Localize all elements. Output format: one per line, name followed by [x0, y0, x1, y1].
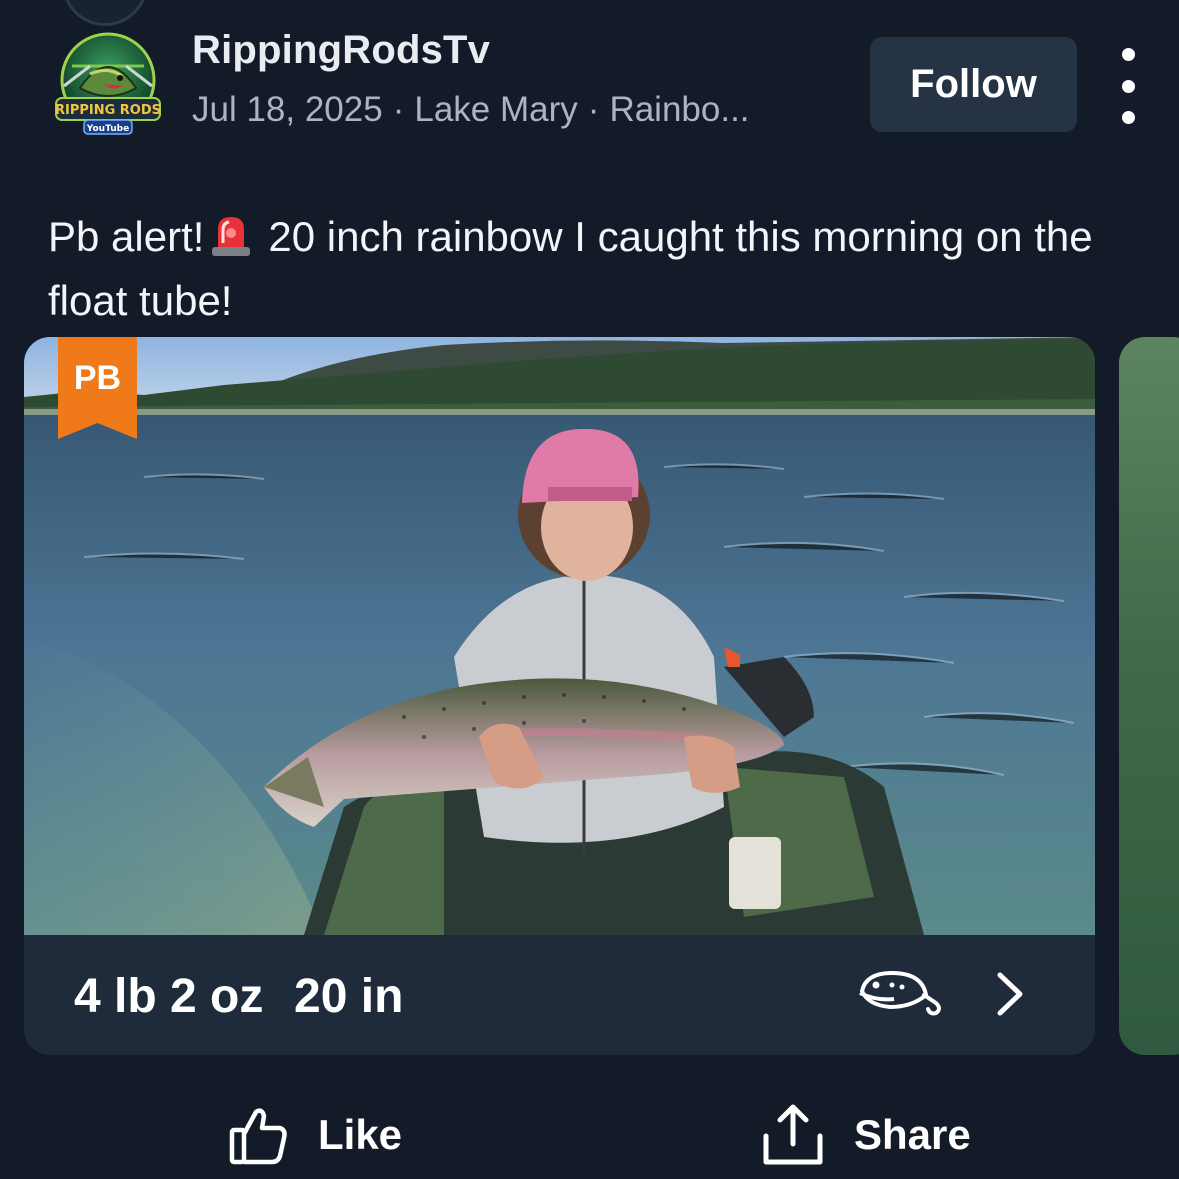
post-location[interactable]: Lake Mary	[414, 90, 577, 129]
police-light-icon	[210, 213, 252, 272]
like-label: Like	[318, 1111, 403, 1158]
share-button[interactable]: Share	[760, 1090, 971, 1179]
next-catch-card-peek[interactable]	[1119, 337, 1179, 1055]
more-options-icon[interactable]	[1106, 48, 1150, 124]
post-caption: Pb alert! 20 inch rainbow I caught this …	[48, 208, 1128, 330]
catch-card[interactable]: PB 4 lb 2 oz 20 in	[24, 337, 1095, 1055]
catch-weight: 4 lb 2 oz	[74, 970, 264, 1023]
chevron-right-icon[interactable]	[992, 971, 1028, 1017]
more-dot	[1121, 48, 1135, 61]
more-dot	[1121, 111, 1135, 124]
meta-separator: ·	[587, 90, 600, 129]
thumbs-up-icon	[229, 1108, 287, 1165]
caption-text-start: Pb alert!	[48, 213, 205, 260]
meta-separator: ·	[392, 90, 405, 129]
catch-stats-bar[interactable]: 4 lb 2 oz 20 in	[24, 935, 1095, 1055]
post-species[interactable]: Rainbo...	[609, 90, 749, 129]
avatar-logo-title: RIPPING RODS	[55, 103, 161, 118]
post-meta: Jul 18, 2025 · Lake Mary · Rainbo...	[192, 90, 750, 130]
post-screen: RIPPING RODS YouTube RippingRodsTv Jul 1…	[0, 0, 1179, 1179]
username[interactable]: RippingRodsTv	[192, 28, 490, 73]
like-button[interactable]: Like	[228, 1090, 402, 1179]
post-header: RIPPING RODS YouTube RippingRodsTv Jul 1…	[0, 0, 1179, 170]
ripping-rods-logo: RIPPING RODS YouTube	[55, 32, 161, 135]
follow-button[interactable]: Follow	[870, 37, 1077, 132]
caption-text-end: 20 inch rainbow I caught this morning on…	[48, 213, 1093, 324]
user-avatar[interactable]: RIPPING RODS YouTube	[50, 26, 166, 142]
catch-length: 20 in	[294, 970, 404, 1023]
share-label: Share	[854, 1111, 971, 1158]
catch-photo[interactable]	[24, 337, 1095, 935]
pb-badge: PB	[73, 359, 122, 397]
more-dot	[1121, 79, 1135, 93]
share-icon	[763, 1104, 823, 1165]
lure-icon[interactable]	[856, 965, 946, 1021]
avatar-logo-sub: YouTube	[86, 124, 129, 134]
post-date: Jul 18, 2025	[192, 90, 383, 129]
